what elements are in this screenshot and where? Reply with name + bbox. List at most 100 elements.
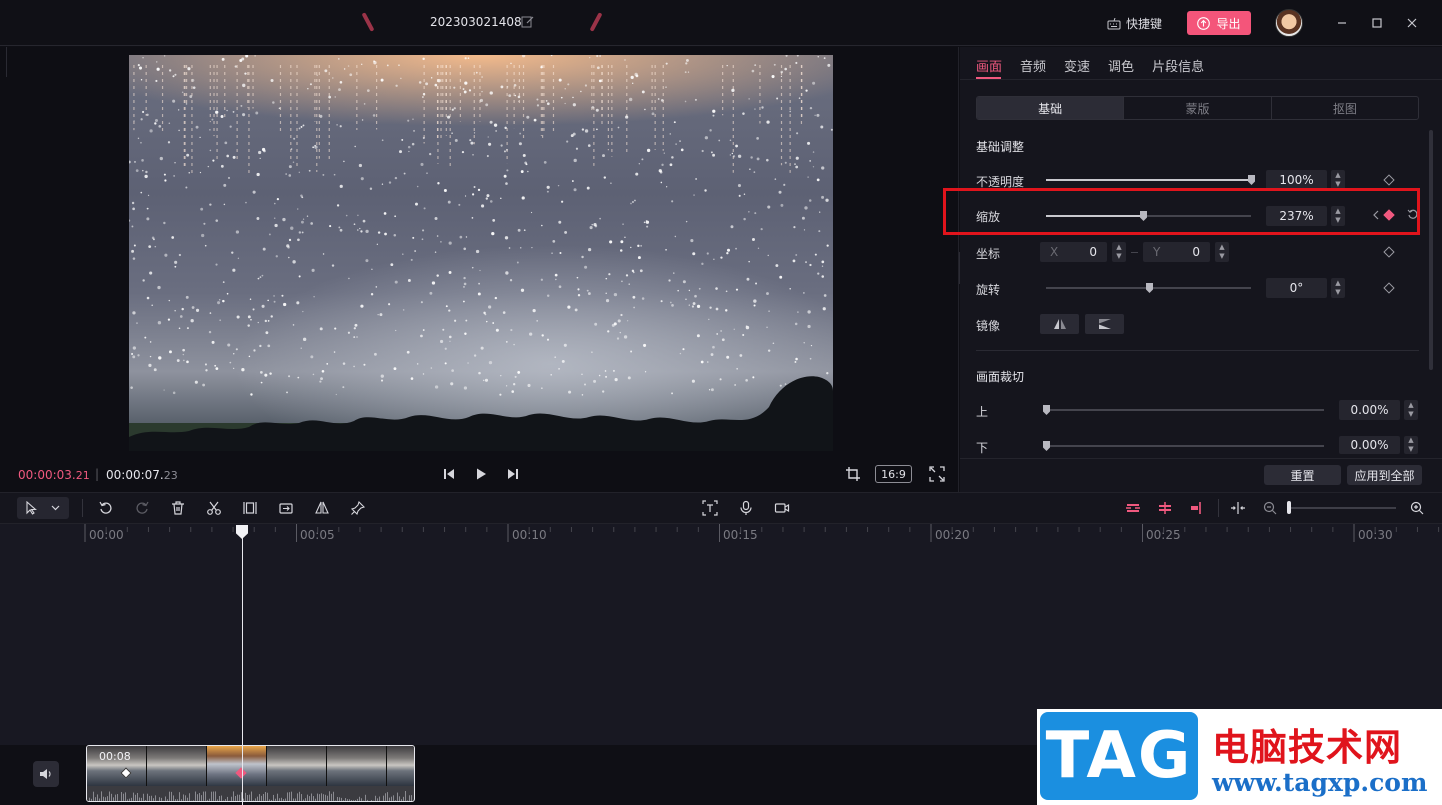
divider xyxy=(960,79,1442,80)
tab-speed[interactable]: 变速 xyxy=(1064,56,1090,75)
crop-top-slider-track[interactable] xyxy=(1046,409,1324,411)
fit-timeline-icon[interactable] xyxy=(1230,500,1246,516)
next-frame-icon[interactable] xyxy=(505,466,521,482)
x-value: 0 xyxy=(1089,245,1097,259)
current-timecode: 00:00:03.21 xyxy=(18,468,90,482)
ruler-label: 00:10 xyxy=(512,528,547,542)
video-clip[interactable] xyxy=(86,745,415,802)
tab-picture[interactable]: 画面 xyxy=(976,56,1002,75)
microphone-icon[interactable] xyxy=(738,500,754,516)
crop-bottom-slider-track[interactable] xyxy=(1046,445,1324,447)
ruler-label: 00:20 xyxy=(935,528,970,542)
upload-icon xyxy=(1197,16,1211,30)
crop-top-stepper[interactable]: ▲ ▼ xyxy=(1404,400,1418,420)
export-button[interactable]: 导出 xyxy=(1187,11,1251,35)
play-icon[interactable] xyxy=(473,466,489,482)
undo-icon[interactable] xyxy=(98,500,114,516)
pin-icon[interactable] xyxy=(350,500,366,516)
delete-icon[interactable] xyxy=(170,500,186,516)
opacity-stepper[interactable]: ▲ ▼ xyxy=(1331,170,1345,190)
subtab-basic[interactable]: 基础 xyxy=(977,97,1124,119)
clip-thumbnail xyxy=(207,746,267,786)
opacity-slider-fill xyxy=(1046,179,1251,181)
reset-button[interactable]: 重置 xyxy=(1264,465,1341,485)
avatar[interactable] xyxy=(1275,9,1303,37)
total-timecode: 00:00:07.23 xyxy=(106,468,178,482)
clip-thumbnail xyxy=(387,746,414,786)
clip-thumbnail xyxy=(327,746,387,786)
position-label: 坐标 xyxy=(976,247,1001,261)
current-time-ms: 21 xyxy=(75,469,90,482)
x-axis-label: X xyxy=(1050,245,1059,259)
timeline-zoom-slider[interactable] xyxy=(1290,507,1396,509)
opacity-value-input[interactable]: 100% xyxy=(1266,170,1327,190)
panel-scrollbar[interactable] xyxy=(1429,130,1433,370)
divider xyxy=(1131,252,1138,253)
position-y-input[interactable]: Y 0 xyxy=(1143,242,1210,262)
apply-to-all-button[interactable]: 应用到全部 xyxy=(1347,465,1422,485)
subtab-cutout[interactable]: 抠图 xyxy=(1270,97,1418,119)
replace-icon[interactable] xyxy=(278,500,294,516)
y-axis-label: Y xyxy=(1153,245,1161,259)
mirror-vertical-button[interactable] xyxy=(1085,314,1124,334)
total-time-main: 00:00:07. xyxy=(106,468,164,482)
edit-icon[interactable] xyxy=(521,15,534,28)
ruler-label: 00:05 xyxy=(300,528,335,542)
zoom-out-icon[interactable] xyxy=(1262,500,1278,516)
opacity-slider-track[interactable] xyxy=(1046,179,1251,181)
position-y-stepper[interactable]: ▲ ▼ xyxy=(1215,242,1229,262)
crop-bottom-stepper[interactable]: ▲ ▼ xyxy=(1404,436,1418,454)
maximize-button[interactable] xyxy=(1367,13,1387,33)
maximize-icon xyxy=(1372,18,1382,28)
crop-bottom-value-input[interactable]: 0.00% xyxy=(1339,436,1400,454)
ruler-ticks xyxy=(84,524,1440,542)
rotation-stepper[interactable]: ▲ ▼ xyxy=(1331,278,1345,298)
flip-vertical-icon xyxy=(1098,319,1111,329)
audio-waveform xyxy=(87,786,414,801)
crop-bottom-label: 下 xyxy=(976,441,989,455)
split-icon[interactable] xyxy=(242,500,258,516)
preview-axis-icon[interactable] xyxy=(1189,500,1205,516)
timeline-zoom-thumb[interactable] xyxy=(1287,501,1291,514)
close-icon xyxy=(1407,18,1417,28)
shortcut-button[interactable]: 快捷键 xyxy=(1107,15,1162,32)
video-preview[interactable] xyxy=(129,55,833,451)
camera-record-icon[interactable] xyxy=(774,500,790,516)
redo-icon[interactable] xyxy=(134,500,150,516)
select-tool-dropdown[interactable] xyxy=(17,497,69,519)
tab-clip-info[interactable]: 片段信息 xyxy=(1152,56,1204,75)
close-button[interactable] xyxy=(1402,13,1422,33)
crop-icon[interactable] xyxy=(845,466,861,482)
time-ruler[interactable] xyxy=(0,524,1442,548)
minimize-button[interactable] xyxy=(1332,13,1352,33)
position-x-stepper[interactable]: ▲ ▼ xyxy=(1112,242,1126,262)
ruler-label: 00:00 xyxy=(89,528,124,542)
playhead[interactable] xyxy=(242,534,243,805)
text-recognition-icon[interactable] xyxy=(702,500,718,516)
aspect-ratio-button[interactable]: 16:9 xyxy=(875,465,912,483)
rotation-label: 旋转 xyxy=(976,283,1001,297)
crowd-silhouette xyxy=(129,376,833,451)
mirror-horizontal-button[interactable] xyxy=(1040,314,1079,334)
subtab-mask[interactable]: 蒙版 xyxy=(1123,97,1270,119)
export-label: 导出 xyxy=(1216,16,1241,31)
watermark-url: www.tagxp.com xyxy=(1212,768,1428,797)
crop-top-value-input[interactable]: 0.00% xyxy=(1339,400,1400,420)
watermark-logo: TAG xyxy=(1040,712,1198,800)
track-mute-button[interactable] xyxy=(33,761,59,787)
mirror-icon[interactable] xyxy=(314,500,330,516)
position-x-input[interactable]: X 0 xyxy=(1040,242,1107,262)
previous-frame-icon[interactable] xyxy=(441,466,457,482)
linkage-icon[interactable] xyxy=(1157,500,1173,516)
project-name[interactable]: 202303021408 xyxy=(430,15,522,29)
clip-duration: 00:08 xyxy=(99,750,131,763)
fullscreen-icon[interactable] xyxy=(929,466,945,482)
tab-audio[interactable]: 音频 xyxy=(1020,56,1046,75)
rotation-value-input[interactable]: 0° xyxy=(1266,278,1327,298)
divider xyxy=(6,47,7,77)
snap-main-track-icon[interactable] xyxy=(1125,500,1141,516)
tab-color[interactable]: 调色 xyxy=(1108,56,1134,75)
total-time-ms: 23 xyxy=(163,469,178,482)
zoom-in-icon[interactable] xyxy=(1409,500,1425,516)
scissors-icon[interactable] xyxy=(206,500,222,516)
